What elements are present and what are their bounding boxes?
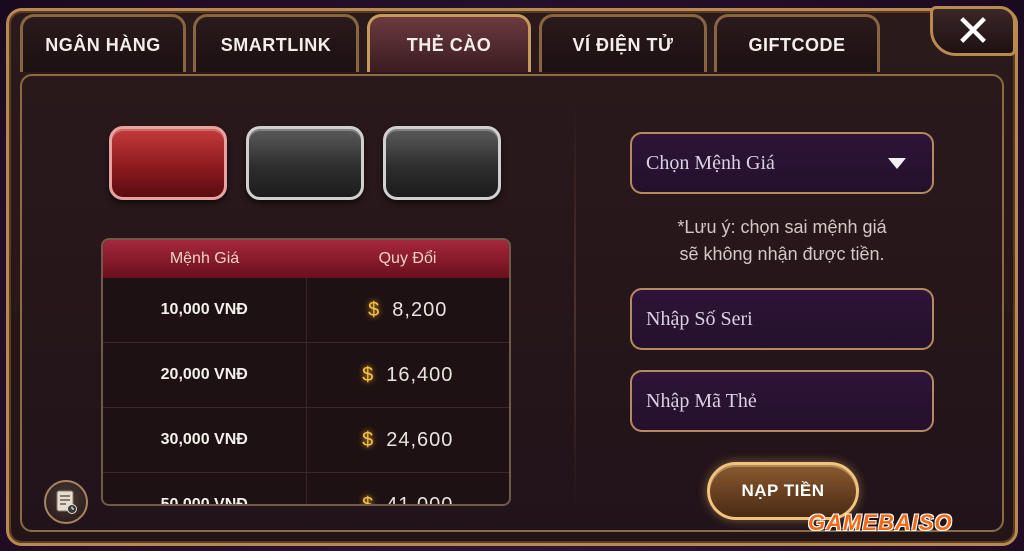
provider-button-2[interactable]	[246, 126, 364, 200]
note-line-1: *Lưu ý: chọn sai mệnh giá	[677, 217, 887, 237]
note-line-2: sẽ không nhận được tiền.	[679, 244, 885, 264]
tab-label: VÍ ĐIỆN TỬ	[572, 35, 674, 55]
close-button[interactable]: ✕	[930, 6, 1016, 56]
serial-input[interactable]: Nhập Số Seri	[630, 288, 934, 350]
denomination-select[interactable]: Chọn Mệnh Giá	[630, 132, 934, 194]
table-row: 50,000 VNĐ $41,000	[103, 473, 510, 506]
serial-placeholder: Nhập Số Seri	[646, 307, 753, 330]
table-row: 30,000 VNĐ $24,600	[103, 408, 509, 473]
tab-label: NGÂN HÀNG	[45, 35, 161, 55]
exchange-rate-table: Mệnh Giá Quy Đổi 10,000 VNĐ $8,200 20,00…	[101, 238, 511, 506]
value-text: 41,000	[386, 493, 454, 506]
tab-bank[interactable]: NGÂN HÀNG	[20, 14, 186, 72]
history-icon	[56, 490, 77, 514]
table-row: 10,000 VNĐ $8,200	[103, 278, 509, 343]
provider-button-1[interactable]	[109, 126, 227, 200]
table-row: 20,000 VNĐ $16,400	[103, 343, 509, 408]
submit-label: NẠP TIỀN	[741, 481, 825, 500]
provider-button-3[interactable]	[383, 126, 501, 200]
row-denomination: 30,000 VNĐ	[103, 408, 307, 472]
row-value: $16,400	[307, 364, 510, 387]
warning-note: *Lưu ý: chọn sai mệnh giá sẽ không nhận …	[630, 214, 934, 268]
value-text: 8,200	[392, 298, 448, 321]
close-icon: ✕	[954, 6, 992, 56]
card-code-input[interactable]: Nhập Mã Thẻ	[630, 370, 934, 432]
coin-icon: $	[368, 298, 381, 321]
select-value: Chọn Mệnh Giá	[646, 151, 775, 174]
coin-icon: $	[362, 428, 375, 451]
chevron-down-icon	[888, 158, 906, 169]
coin-icon: $	[362, 363, 375, 386]
tab-giftcode[interactable]: GIFTCODE	[714, 14, 880, 72]
tab-label: GIFTCODE	[748, 35, 846, 55]
tab-smartlink[interactable]: SMARTLINK	[193, 14, 359, 72]
row-value: $8,200	[307, 299, 510, 322]
tab-scratch-card[interactable]: THẺ CÀO	[367, 14, 531, 72]
value-text: 16,400	[386, 363, 454, 386]
row-denomination: 20,000 VNĐ	[103, 343, 307, 407]
watermark-logo: GAMEBAISO	[808, 510, 953, 535]
tab-e-wallet[interactable]: VÍ ĐIỆN TỬ	[539, 14, 707, 72]
table-header: Mệnh Giá Quy Đổi	[103, 240, 509, 278]
code-placeholder: Nhập Mã Thẻ	[646, 389, 757, 412]
panel-divider	[574, 104, 576, 514]
header-exchange: Quy Đổi	[378, 250, 437, 267]
header-denomination: Mệnh Giá	[169, 250, 240, 267]
tab-label: THẺ CÀO	[406, 35, 492, 55]
coin-icon: $	[362, 493, 375, 506]
tab-label: SMARTLINK	[220, 35, 332, 55]
row-denomination: 50,000 VNĐ	[103, 473, 307, 504]
value-text: 24,600	[386, 428, 454, 451]
row-denomination: 10,000 VNĐ	[103, 278, 307, 342]
row-value: $41,000	[307, 493, 510, 506]
history-button[interactable]	[44, 480, 88, 524]
row-value: $24,600	[307, 429, 510, 452]
